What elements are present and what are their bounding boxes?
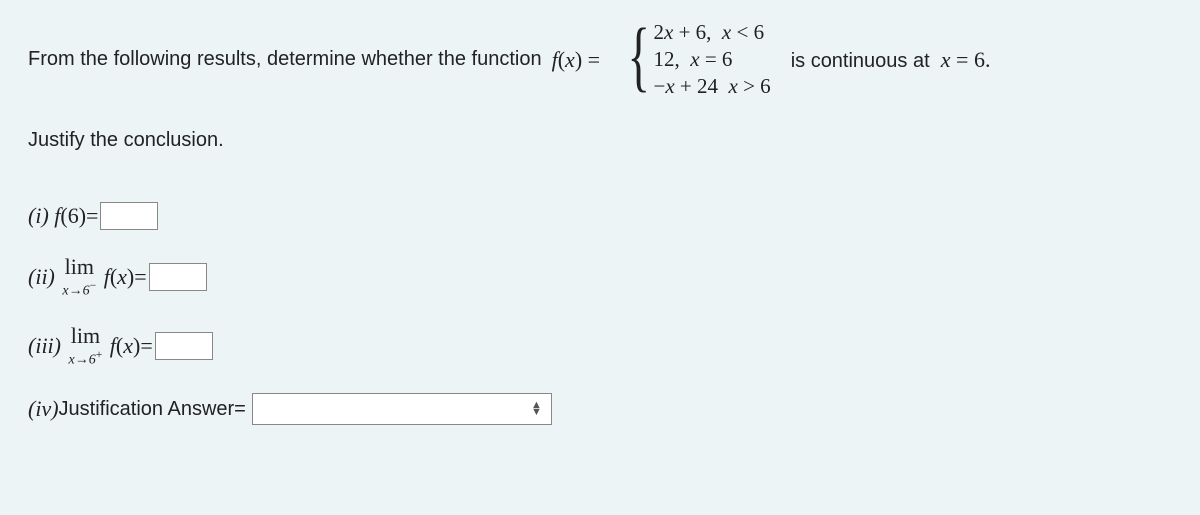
- part-iii-roman: (iii): [28, 333, 61, 359]
- part-iv-label: Justification Answer=: [59, 398, 246, 421]
- part-i: (i) f(6)=: [28, 202, 1172, 230]
- limit-left: lim x→6−: [62, 256, 96, 299]
- case-3: −x + 24 x > 6: [654, 74, 771, 99]
- part-ii: (ii) lim x→6− f(x)=: [28, 256, 1172, 299]
- part-iv-roman: (iv): [28, 396, 59, 422]
- limit-right: lim x→6+: [69, 325, 103, 368]
- justify-instruction: Justify the conclusion.: [28, 129, 1172, 152]
- case-2: 12, x = 6: [654, 47, 771, 72]
- part-ii-input[interactable]: [149, 263, 207, 291]
- prompt-prefix: From the following results, determine wh…: [28, 48, 542, 71]
- brace-icon: {: [628, 26, 650, 86]
- part-i-input[interactable]: [100, 202, 158, 230]
- part-ii-after: f(x)=: [98, 264, 146, 290]
- prompt-suffix: is continuous at x = 6.: [791, 47, 991, 73]
- part-iv: (iv) Justification Answer= ▲▼: [28, 393, 1172, 425]
- part-iii-after: f(x)=: [104, 333, 152, 359]
- function-name: f(x) =: [552, 47, 600, 73]
- case-1: 2x + 6, x < 6: [654, 20, 771, 45]
- part-iv-select[interactable]: [252, 393, 552, 425]
- part-iii-input[interactable]: [155, 332, 213, 360]
- part-i-roman: (i): [28, 203, 49, 229]
- part-ii-roman: (ii): [28, 264, 55, 290]
- part-i-label: f(6)=: [49, 203, 99, 229]
- part-iii: (iii) lim x→6+ f(x)=: [28, 325, 1172, 368]
- question-prompt: From the following results, determine wh…: [28, 20, 1172, 99]
- piecewise-function: { 2x + 6, x < 6 12, x = 6 −x + 24 x > 6: [620, 20, 771, 99]
